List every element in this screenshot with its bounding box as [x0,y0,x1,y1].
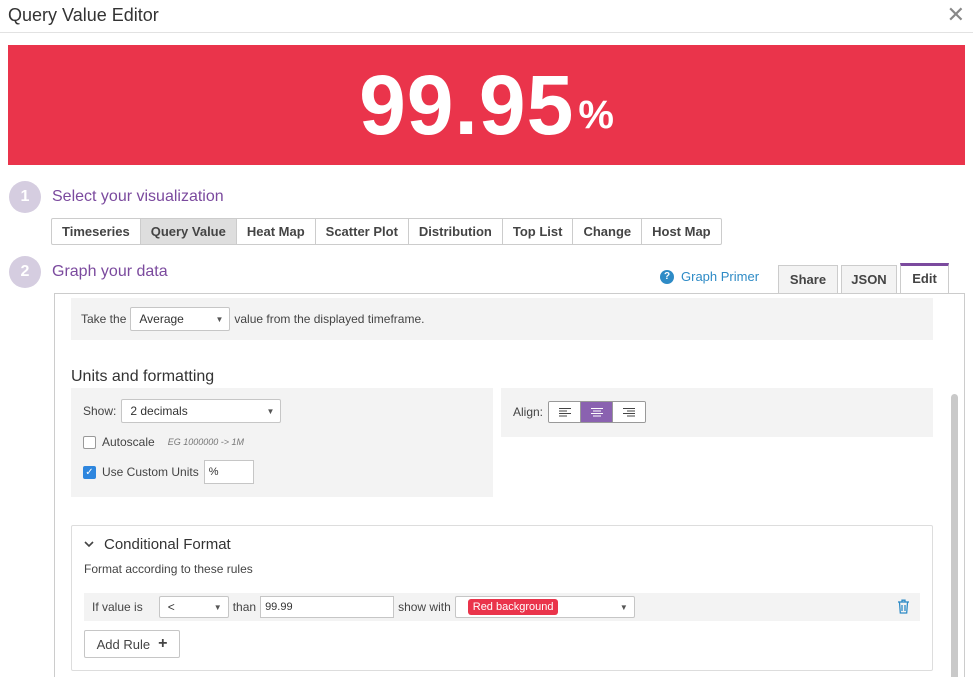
plus-icon: + [158,635,168,652]
decimals-value: 2 decimals [130,404,188,418]
rule-than-label: than [232,600,257,614]
aggregation-value: Average [139,312,184,326]
align-left-button[interactable] [549,402,582,422]
title-bar: Query Value Editor ✕ [0,0,973,33]
autoscale-checkbox[interactable] [83,435,96,449]
tab-scatter-plot[interactable]: Scatter Plot [316,219,409,244]
aggregation-select[interactable]: Average ▼ [130,307,231,331]
value-preview-banner: 99.95 % [8,45,965,165]
align-right-button[interactable] [613,402,646,422]
threshold-input[interactable]: 99.99 [260,596,395,618]
decimals-select[interactable]: 2 decimals ▼ [121,399,282,423]
format-style-select[interactable]: Red background ▼ [454,596,635,618]
tab-host-map[interactable]: Host Map [642,219,721,244]
align-row: Align: [513,401,647,423]
preview-value: 99.95 [359,57,575,152]
aggregation-prefix: Take the [81,312,127,326]
tab-distribution[interactable]: Distribution [409,219,503,244]
align-label: Align: [513,405,544,419]
tab-heat-map[interactable]: Heat Map [237,219,316,244]
tab-share[interactable]: Share [778,265,838,293]
alignment-panel: Align: [501,388,933,437]
visualization-tabs: Timeseries Query Value Heat Map Scatter … [51,218,722,245]
tab-edit[interactable]: Edit [900,263,949,293]
number-format-panel: Show: 2 decimals ▼ Autoscale EG 1000000 … [71,388,493,497]
chevron-down-icon: ▼ [619,602,628,612]
aggregation-bar: Take the Average ▼ value from the displa… [71,298,933,340]
step-2-badge: 2 [9,256,41,288]
show-label: Show: [83,404,117,418]
chevron-down-icon: ▼ [215,314,224,324]
tab-json[interactable]: JSON [841,265,897,293]
units-section-title: Units and formatting [71,368,215,385]
align-center-button[interactable] [581,402,614,422]
add-rule-button[interactable]: Add Rule + [84,630,180,658]
scrollbar[interactable] [951,394,958,677]
autoscale-hint: EG 1000000 -> 1M [167,437,245,447]
chevron-down-icon: ▼ [266,406,275,416]
align-center-icon [590,408,603,417]
conditional-format-title: Conditional Format [104,536,231,553]
custom-units-checkbox[interactable]: ✓ [83,465,96,479]
custom-units-input[interactable]: % [203,460,254,484]
step-1-label: Select your visualization [52,188,224,205]
tab-query-value[interactable]: Query Value [140,219,237,244]
show-row: Show: 2 decimals ▼ [83,399,282,423]
graph-primer-label: Graph Primer [681,269,760,284]
step-2-label: Graph your data [52,263,168,280]
step-1-badge: 1 [9,181,41,213]
custom-units-row: ✓ Use Custom Units % [83,460,254,484]
autoscale-label: Autoscale [102,435,155,449]
align-left-icon [558,408,571,417]
add-rule-label: Add Rule [96,636,151,652]
aggregation-suffix: value from the displayed timeframe. [234,312,425,326]
trash-icon[interactable] [897,599,910,617]
rule-if-label: If value is [92,600,143,614]
graph-primer-link[interactable]: ? Graph Primer [660,269,759,284]
tab-change[interactable]: Change [573,219,643,244]
comparator-select[interactable]: < ▼ [158,596,229,618]
align-right-icon [623,408,636,417]
help-icon: ? [660,269,674,284]
comparator-value: < [167,600,175,614]
close-icon[interactable]: ✕ [947,2,965,28]
conditional-format-toggle[interactable]: Conditional Format [84,536,231,553]
red-background-badge: Red background [467,599,559,615]
rule-show-with-label: show with [398,600,451,614]
conditional-format-subtitle: Format according to these rules [84,562,253,576]
tab-timeseries[interactable]: Timeseries [52,219,141,244]
chevron-down-icon: ▼ [213,602,222,612]
tab-top-list[interactable]: Top List [503,219,574,244]
chevron-down-icon [84,541,94,548]
rule-row: If value is < ▼ than 99.99 show with Red… [84,593,920,621]
align-button-group [548,401,647,423]
autoscale-row: Autoscale EG 1000000 -> 1M [83,435,244,449]
window-title: Query Value Editor [8,5,159,25]
conditional-format-panel: Conditional Format Format according to t… [71,525,933,671]
editor-panel: Take the Average ▼ value from the displa… [54,293,965,677]
custom-units-label: Use Custom Units [102,465,199,479]
preview-unit: % [578,92,614,137]
